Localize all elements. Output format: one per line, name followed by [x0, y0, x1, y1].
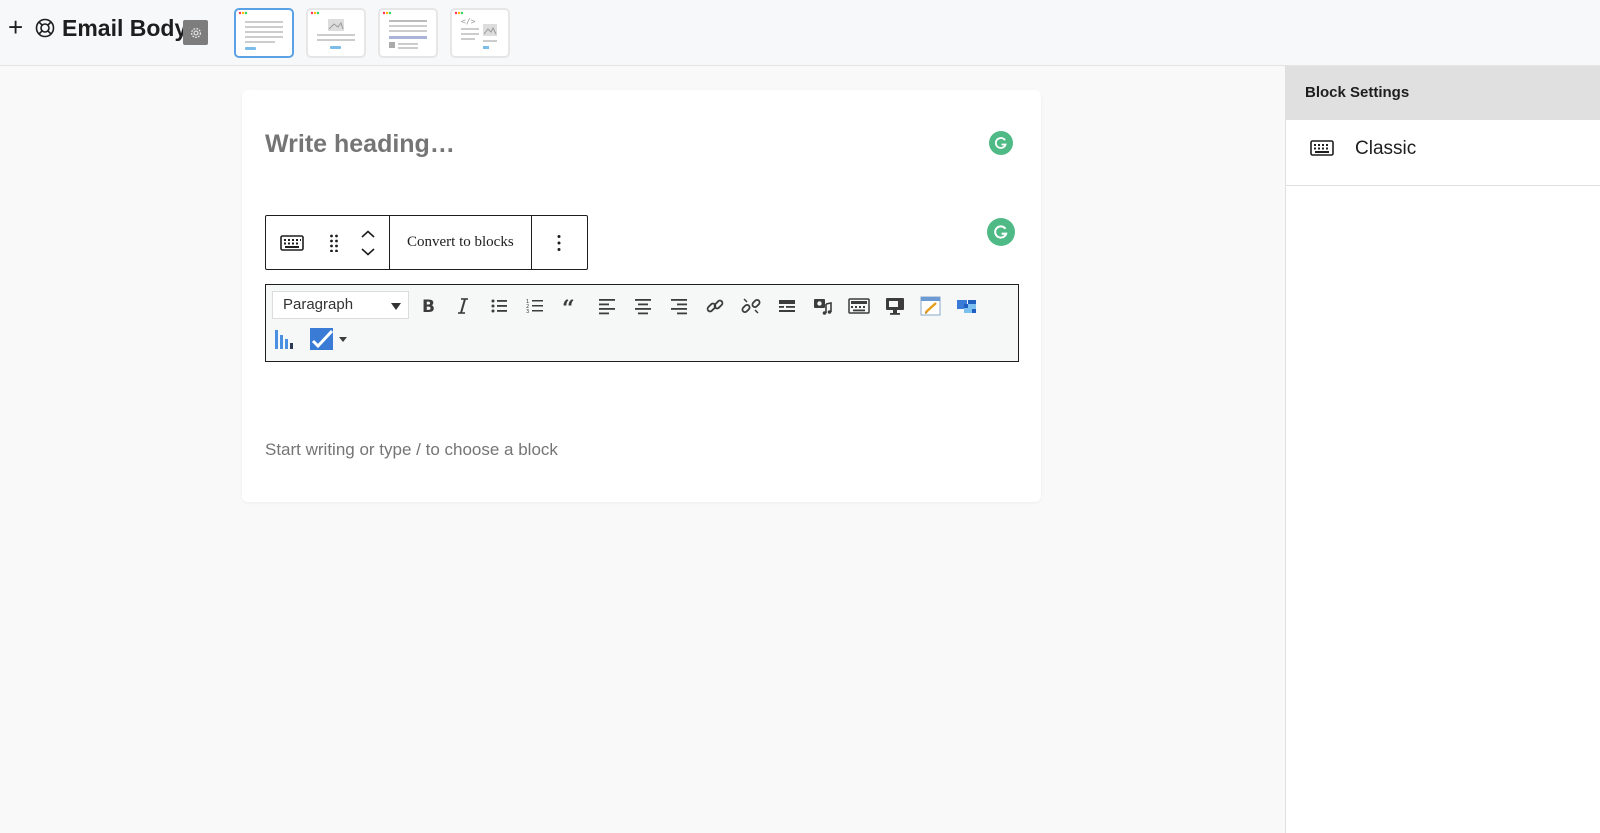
checkbox-button[interactable] — [307, 325, 351, 353]
align-right-icon — [671, 299, 687, 315]
editor-canvas: Write heading… Convert to blocks Paragra… — [242, 90, 1041, 502]
block-controls — [266, 216, 390, 269]
template-thumb-code[interactable]: </> — [450, 8, 510, 58]
block-name: Classic — [1355, 138, 1417, 159]
bullet-list-icon — [491, 299, 507, 313]
align-left-icon — [599, 299, 615, 315]
block-placeholder[interactable]: Start writing or type / to choose a bloc… — [265, 440, 558, 460]
note-edit-icon — [920, 296, 941, 316]
template-text-icon — [238, 11, 283, 50]
table-icon — [957, 300, 976, 313]
align-center-button[interactable] — [629, 292, 657, 320]
chart-button[interactable] — [271, 325, 299, 353]
gear-icon — [190, 27, 201, 38]
bulleted-list-button[interactable] — [485, 292, 513, 320]
remove-link-button[interactable] — [737, 292, 765, 320]
move-down-icon[interactable] — [361, 247, 375, 256]
bar-chart-icon — [275, 330, 293, 349]
more-vertical-icon — [557, 234, 561, 251]
page-title: Email Body — [62, 15, 188, 41]
sidebar-header[interactable]: Block Settings — [1286, 66, 1600, 120]
top-bar: + Email Body </> — [0, 0, 1600, 66]
block-settings-sidebar: Block Settings Classic — [1285, 66, 1600, 833]
drag-handle[interactable] — [318, 216, 350, 269]
svg-text:</>: </> — [461, 17, 476, 26]
more-options-button[interactable] — [532, 216, 587, 269]
heading-input[interactable]: Write heading… — [265, 130, 455, 159]
add-block-icon[interactable]: + — [8, 14, 28, 40]
toolbar-toggle-button[interactable] — [845, 292, 873, 320]
read-more-icon — [779, 300, 795, 312]
checkbox-icon — [310, 328, 347, 350]
italic-icon — [458, 298, 468, 314]
keyboard-icon — [848, 298, 870, 314]
link-icon — [706, 299, 724, 313]
align-left-button[interactable] — [593, 292, 621, 320]
table-button[interactable] — [953, 292, 981, 320]
blockquote-button[interactable]: “ — [557, 292, 585, 320]
insert-link-button[interactable] — [701, 292, 729, 320]
template-thumb-article[interactable] — [378, 8, 438, 58]
svg-text:B: B — [422, 297, 435, 316]
template-thumb-text[interactable] — [234, 8, 294, 58]
bold-icon: B — [422, 297, 435, 316]
bold-button[interactable]: B — [413, 292, 441, 320]
add-media-button[interactable] — [809, 292, 837, 320]
block-toolbar: Convert to blocks — [265, 215, 588, 270]
align-center-icon — [635, 299, 651, 315]
block-card: Classic — [1286, 120, 1600, 186]
grammarly-g-icon — [994, 225, 1008, 239]
move-controls — [350, 216, 386, 269]
move-up-icon[interactable] — [361, 229, 375, 238]
monitor-icon — [886, 298, 904, 315]
grammarly-icon[interactable] — [987, 218, 1015, 246]
keyboard-icon — [280, 234, 304, 251]
lifering-icon[interactable] — [35, 18, 55, 38]
settings-button[interactable] — [183, 20, 208, 45]
unlink-icon — [741, 298, 761, 314]
fullscreen-button[interactable] — [881, 292, 909, 320]
format-select-value: Paragraph — [283, 296, 354, 313]
template-code-icon: </> — [454, 11, 497, 49]
numbered-list-icon: 123 — [526, 299, 543, 315]
convert-segment: Convert to blocks — [390, 216, 532, 269]
template-article-icon — [382, 11, 427, 49]
grammarly-g-icon — [994, 137, 1007, 149]
italic-button[interactable] — [449, 292, 477, 320]
format-select[interactable]: Paragraph — [272, 291, 409, 319]
svg-text:3: 3 — [526, 309, 529, 315]
grammarly-icon[interactable] — [989, 131, 1013, 155]
drag-handle-icon — [330, 234, 338, 252]
convert-to-blocks-button[interactable]: Convert to blocks — [390, 234, 531, 251]
edit-note-button[interactable] — [917, 292, 945, 320]
block-type-button[interactable] — [266, 216, 318, 269]
chevron-down-icon — [391, 303, 401, 310]
template-thumb-image[interactable] — [306, 8, 366, 58]
media-icon — [814, 299, 832, 315]
svg-text:“: “ — [562, 296, 575, 316]
numbered-list-button[interactable]: 123 — [521, 292, 549, 320]
keyboard-icon — [1310, 140, 1334, 156]
template-image-icon — [310, 11, 355, 49]
classic-editor-toolbar: Paragraph B 123 “ — [265, 284, 1019, 362]
quote-icon: “ — [562, 296, 575, 316]
align-right-button[interactable] — [665, 292, 693, 320]
read-more-button[interactable] — [773, 292, 801, 320]
